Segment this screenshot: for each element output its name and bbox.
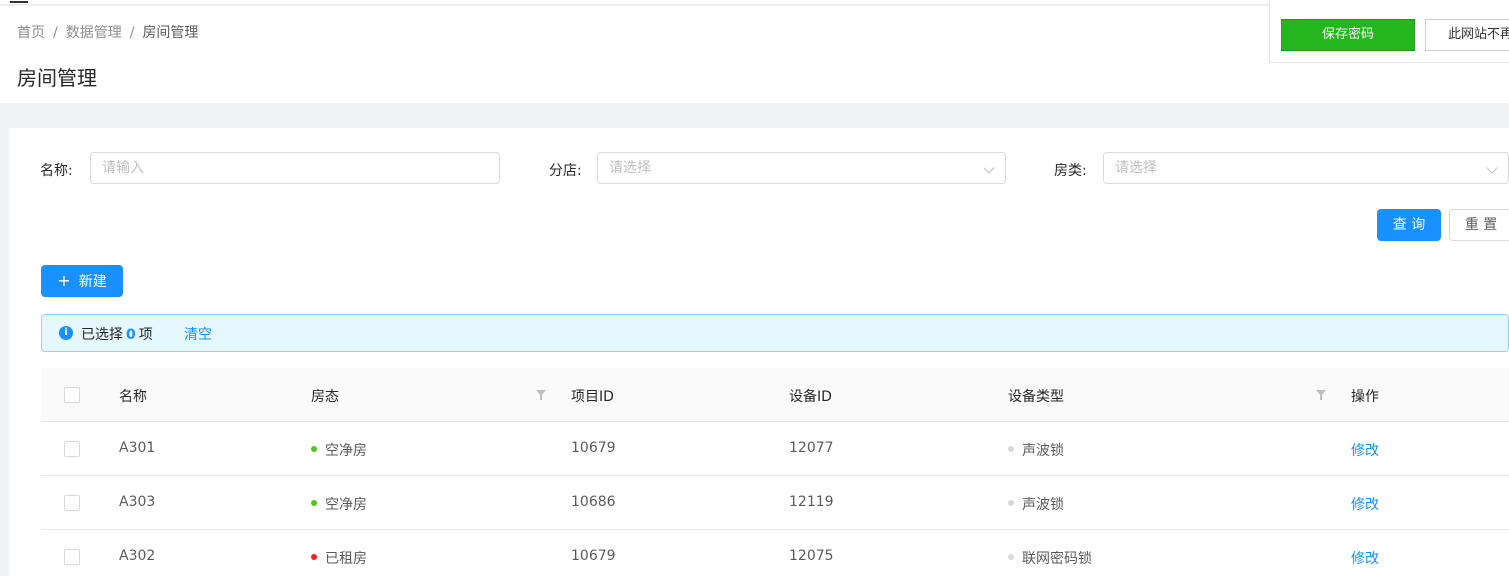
device-type: 声波锁 [1008,494,1064,514]
query-button[interactable]: 查 询 [1377,209,1441,241]
room-status-text: 空净房 [325,497,367,513]
branch-select[interactable]: 请选择 [597,152,1006,184]
edit-link[interactable]: 修改 [1351,440,1379,460]
breadcrumb-home[interactable]: 首页 [17,25,45,41]
device-type: 声波锁 [1008,440,1064,460]
chevron-down-icon [983,162,995,174]
status-dot-icon [311,446,317,452]
clear-selection-link[interactable]: 清空 [184,324,212,344]
save-password-popup: 保存密码 此网站不再 [1269,0,1509,63]
room-status-text: 已租房 [325,551,367,567]
column-device-type: 设备类型 [1008,389,1064,405]
room-type-label: 房类: [1054,163,1087,179]
room-type-select-placeholder: 请选择 [1115,160,1157,176]
device-type-text: 联网密码锁 [1022,551,1092,567]
breadcrumb-data-management[interactable]: 数据管理 [66,25,122,41]
edit-link[interactable]: 修改 [1351,548,1379,568]
room-status: 空净房 [311,494,367,514]
device-type: 联网密码锁 [1008,548,1092,568]
select-all-checkbox[interactable] [64,387,80,403]
row-checkbox[interactable] [64,549,80,565]
project-id: 10679 [571,548,616,564]
breadcrumb: 首页 / 数据管理 / 房间管理 [17,22,198,42]
content-card: 名称: 请输入 分店: 请选择 房类: 请选择 查 询 重 置 + 新建 i 已选… [9,128,1509,576]
column-device-id: 设备ID [789,389,832,405]
breadcrumb-separator: / [129,25,135,41]
new-button[interactable]: + 新建 [41,265,123,297]
breadcrumb-separator: / [53,25,58,41]
table-row: A303 空净房 10686 12119 声波锁 修改 [41,476,1509,530]
room-status: 空净房 [311,440,367,460]
table-row: A302 已租房 10679 12075 联网密码锁 修改 [41,530,1509,576]
menu-icon[interactable] [10,0,28,3]
column-name: 名称 [119,389,147,405]
device-dot-icon [1008,446,1014,452]
device-type-text: 声波锁 [1022,443,1064,459]
project-id: 10686 [571,494,616,510]
selection-prefix: 已选择 [81,327,123,343]
status-dot-icon [311,554,317,560]
device-id: 12119 [789,494,834,510]
status-dot-icon [311,500,317,506]
column-project-id: 项目ID [571,389,614,405]
device-type-filter-icon[interactable] [1316,390,1326,400]
name-input[interactable]: 请输入 [90,152,500,184]
room-status-text: 空净房 [325,443,367,459]
edit-link[interactable]: 修改 [1351,494,1379,514]
room-name: A302 [119,548,156,564]
save-password-button[interactable]: 保存密码 [1281,19,1415,51]
selection-alert: i 已选择 0 项 清空 [41,314,1509,352]
reset-button[interactable]: 重 置 [1449,209,1509,241]
selection-count: 0 [126,327,136,343]
branch-label: 分店: [549,163,582,179]
table-header: 名称 房态 项目ID 设备ID 设备类型 操作 [41,368,1509,422]
status-filter-icon[interactable] [536,390,546,400]
never-for-site-button[interactable]: 此网站不再 [1425,19,1509,51]
info-icon: i [59,326,73,340]
plus-icon: + [57,271,71,290]
chevron-down-icon [1486,162,1498,174]
room-name: A303 [119,494,156,510]
breadcrumb-current: 房间管理 [142,25,199,41]
room-status: 已租房 [311,548,367,568]
room-type-select[interactable]: 请选择 [1103,152,1509,184]
branch-select-placeholder: 请选择 [609,160,651,176]
column-actions: 操作 [1351,389,1379,405]
device-id: 12075 [789,548,834,564]
selection-suffix: 项 [138,327,153,343]
new-button-label: 新建 [78,274,107,290]
device-type-text: 声波锁 [1022,497,1064,513]
column-status: 房态 [311,389,339,405]
row-checkbox[interactable] [64,441,80,457]
project-id: 10679 [571,440,616,456]
row-checkbox[interactable] [64,495,80,511]
room-name: A301 [119,440,156,456]
device-dot-icon [1008,500,1014,506]
page-title: 房间管理 [17,66,97,90]
name-label: 名称: [40,163,73,179]
device-dot-icon [1008,554,1014,560]
selection-text: 已选择 0 项 [81,324,153,344]
device-id: 12077 [789,440,834,456]
table-row: A301 空净房 10679 12077 声波锁 修改 [41,422,1509,476]
